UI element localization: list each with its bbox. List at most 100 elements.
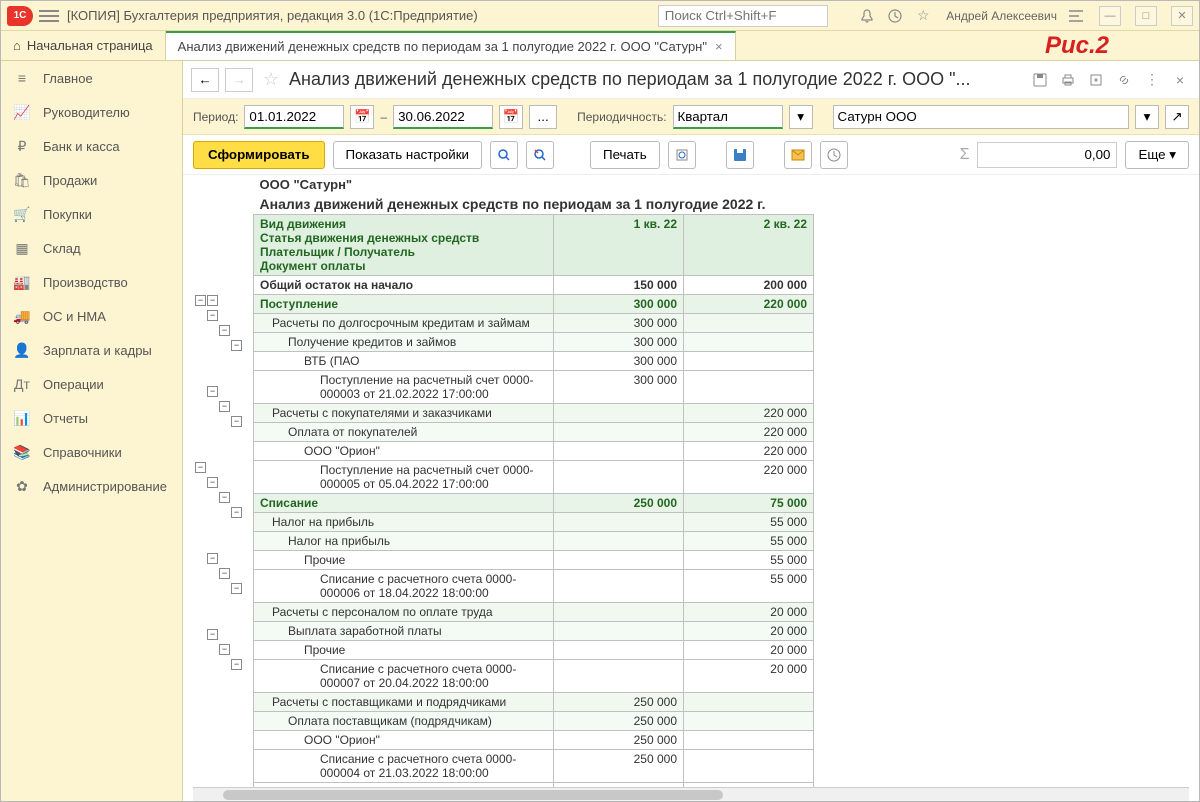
save-icon[interactable]: [726, 141, 754, 169]
report-row[interactable]: ВТБ (ПАО300 000: [254, 352, 814, 371]
tab-report[interactable]: Анализ движений денежных средств по пери…: [166, 31, 736, 60]
report-row[interactable]: Выплата заработной платы20 000: [254, 622, 814, 641]
history-icon[interactable]: [886, 7, 904, 25]
tree-toggle[interactable]: −: [231, 507, 242, 518]
report-row[interactable]: ООО "Орион"220 000: [254, 442, 814, 461]
sidebar-item-1[interactable]: 📈Руководителю: [1, 95, 182, 129]
export-icon[interactable]: [1085, 69, 1107, 91]
link-icon[interactable]: [1113, 69, 1135, 91]
tree-toggle[interactable]: −: [207, 310, 218, 321]
report-row[interactable]: Расчеты с покупателями и заказчиками220 …: [254, 404, 814, 423]
tree-toggle[interactable]: −: [231, 416, 242, 427]
report-row[interactable]: Оплата поставщикам (подрядчикам)250 000: [254, 712, 814, 731]
print-button[interactable]: Печать: [590, 141, 660, 169]
sidebar-item-3[interactable]: 🛍Продажи: [1, 163, 182, 197]
report-row[interactable]: Расчеты с поставщиками и подрядчиками250…: [254, 693, 814, 712]
form-button[interactable]: Сформировать: [193, 141, 325, 169]
tree-toggle[interactable]: −: [219, 492, 230, 503]
minimize-button[interactable]: —: [1099, 6, 1121, 26]
report-row[interactable]: Поступление на расчетный счет 0000-00000…: [254, 461, 814, 494]
report-row[interactable]: Списание250 00075 000: [254, 494, 814, 513]
search-icon[interactable]: [490, 141, 518, 169]
org-open-button[interactable]: ↗: [1165, 105, 1189, 129]
sum-field[interactable]: [977, 142, 1117, 168]
tree-toggle[interactable]: −: [207, 629, 218, 640]
org-input[interactable]: [833, 105, 1129, 129]
sidebar-item-6[interactable]: 🏭Производство: [1, 265, 182, 299]
save-disk-icon[interactable]: [1029, 69, 1051, 91]
nav-back-button[interactable]: ←: [191, 68, 219, 92]
search-back-icon[interactable]: [526, 141, 554, 169]
report-row[interactable]: ООО "Орион"250 000: [254, 731, 814, 750]
period-extra-button[interactable]: ...: [529, 105, 557, 129]
report-row[interactable]: Расчеты с персоналом по оплате труда20 0…: [254, 603, 814, 622]
close-window-button[interactable]: ✕: [1171, 6, 1193, 26]
tree-toggle[interactable]: −: [207, 295, 218, 306]
report-row[interactable]: Оплата от покупателей220 000: [254, 423, 814, 442]
tree-toggle[interactable]: −: [207, 477, 218, 488]
report-row[interactable]: Налог на прибыль55 000: [254, 513, 814, 532]
tree-toggle[interactable]: −: [207, 553, 218, 564]
mail-icon[interactable]: [784, 141, 812, 169]
date-to-input[interactable]: [393, 105, 493, 129]
report-row[interactable]: Поступление300 000220 000: [254, 295, 814, 314]
preview-icon[interactable]: [668, 141, 696, 169]
menu-burger[interactable]: [39, 6, 59, 26]
sidebar-item-5[interactable]: ▦Склад: [1, 231, 182, 265]
scrollbar-thumb[interactable]: [223, 790, 723, 800]
report-row[interactable]: Расчеты по долгосрочным кредитам и займа…: [254, 314, 814, 333]
periodicity-select[interactable]: [673, 105, 783, 129]
report-area[interactable]: ООО "Сатурн" Анализ движений денежных ср…: [183, 175, 1199, 787]
sidebar-item-4[interactable]: 🛒Покупки: [1, 197, 182, 231]
tree-toggle[interactable]: −: [219, 325, 230, 336]
tree-toggle[interactable]: −: [195, 295, 206, 306]
report-row[interactable]: Списание с расчетного счета 0000-000006 …: [254, 570, 814, 603]
star-icon[interactable]: ☆: [914, 7, 932, 25]
report-row[interactable]: Прочие20 000: [254, 641, 814, 660]
close-content-icon[interactable]: ×: [1169, 69, 1191, 91]
report-row[interactable]: Поступление на расчетный счет 0000-00000…: [254, 371, 814, 404]
report-row[interactable]: Налог на прибыль55 000: [254, 532, 814, 551]
tree-toggle[interactable]: −: [231, 340, 242, 351]
nav-forward-button[interactable]: →: [225, 68, 253, 92]
report-row[interactable]: Списание с расчетного счета 0000-000007 …: [254, 660, 814, 693]
report-row[interactable]: Прочие55 000: [254, 551, 814, 570]
maximize-button[interactable]: □: [1135, 6, 1157, 26]
settings-lines-icon[interactable]: [1067, 7, 1085, 25]
org-dropdown-button[interactable]: ▾: [1135, 105, 1159, 129]
sidebar-item-2[interactable]: ₽Банк и касса: [1, 129, 182, 163]
report-row[interactable]: Списание с расчетного счета 0000-000004 …: [254, 750, 814, 783]
show-settings-button[interactable]: Показать настройки: [333, 141, 482, 169]
sidebar-item-11[interactable]: 📚Справочники: [1, 435, 182, 469]
sidebar-item-0[interactable]: ≡Главное: [1, 61, 182, 95]
more-dots-icon[interactable]: ⋮: [1141, 69, 1163, 91]
tab-home[interactable]: ⌂ Начальная страница: [1, 31, 166, 60]
tree-toggle[interactable]: −: [231, 583, 242, 594]
date-from-input[interactable]: [244, 105, 344, 129]
print-icon[interactable]: [1057, 69, 1079, 91]
tree-toggle[interactable]: −: [207, 386, 218, 397]
calendar-to-button[interactable]: 📅: [499, 105, 523, 129]
tree-toggle[interactable]: −: [219, 644, 230, 655]
sidebar-item-9[interactable]: ДтОперации: [1, 367, 182, 401]
tree-toggle[interactable]: −: [219, 568, 230, 579]
tree-toggle[interactable]: −: [195, 462, 206, 473]
calendar-from-button[interactable]: 📅: [350, 105, 374, 129]
more-button[interactable]: Еще ▾: [1125, 141, 1189, 169]
sidebar-item-7[interactable]: 🚚ОС и НМА: [1, 299, 182, 333]
periodicity-dropdown-button[interactable]: ▾: [789, 105, 813, 129]
horizontal-scrollbar[interactable]: [193, 787, 1189, 801]
sidebar-item-8[interactable]: 👤Зарплата и кадры: [1, 333, 182, 367]
sidebar-item-10[interactable]: 📊Отчеты: [1, 401, 182, 435]
global-search-input[interactable]: [658, 5, 829, 27]
report-row[interactable]: Получение кредитов и займов300 000: [254, 333, 814, 352]
row-q2: 20 000: [684, 660, 814, 693]
sidebar-item-12[interactable]: ✿Администрирование: [1, 469, 182, 503]
clock-icon[interactable]: [820, 141, 848, 169]
tree-toggle[interactable]: −: [219, 401, 230, 412]
report-row[interactable]: Общий остаток на начало150 000200 000: [254, 276, 814, 295]
favorite-star-icon[interactable]: ☆: [259, 68, 283, 92]
bell-icon[interactable]: [858, 7, 876, 25]
tree-toggle[interactable]: −: [231, 659, 242, 670]
tab-close-icon[interactable]: ×: [715, 39, 723, 54]
